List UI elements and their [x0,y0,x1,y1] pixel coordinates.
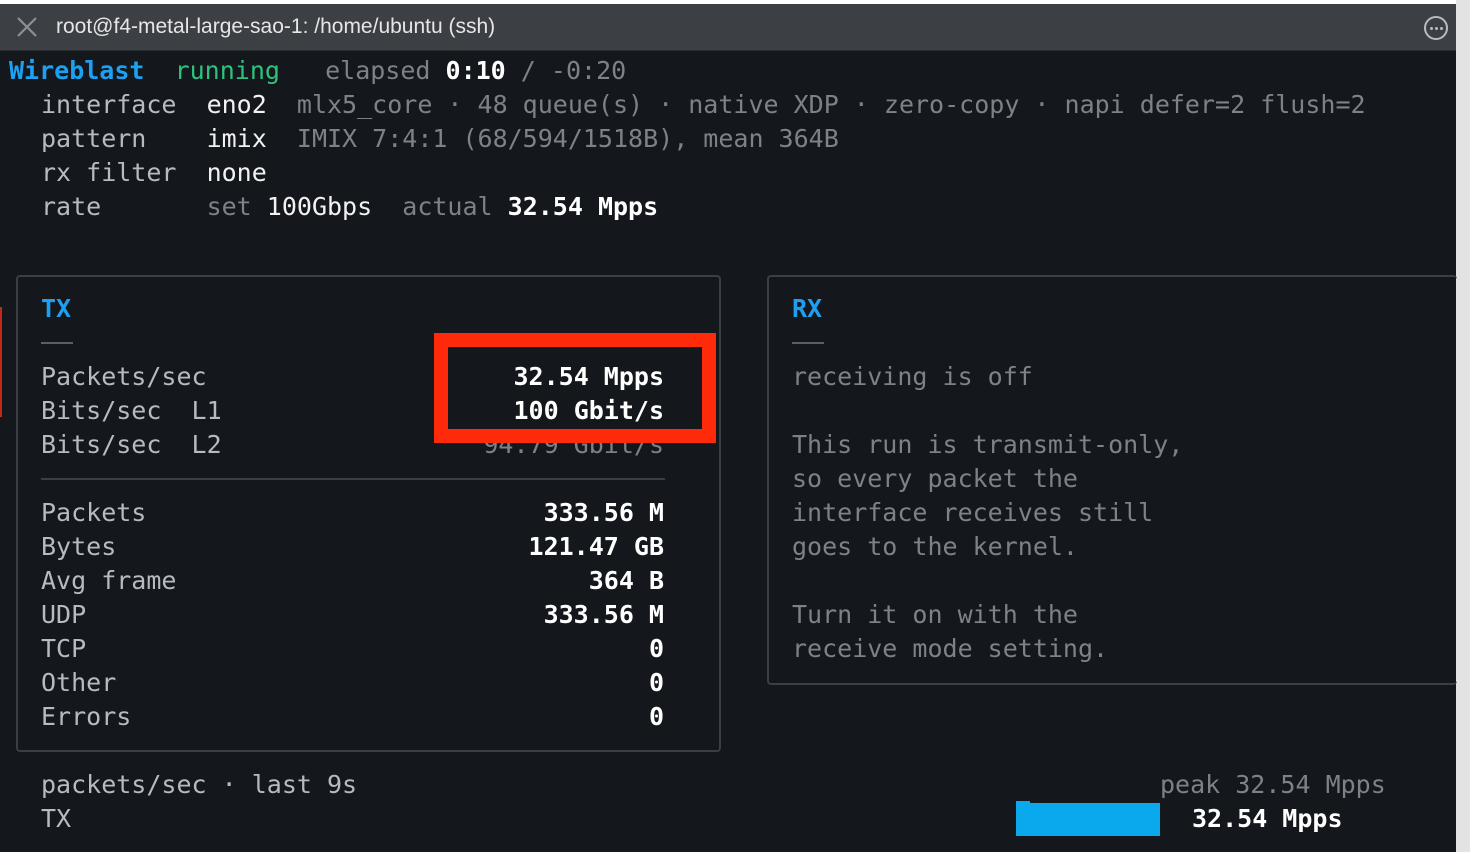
interface-label: interface [41,90,177,119]
tx-counter-3-label: UDP [41,600,87,629]
rate-label: rate [41,192,102,221]
edge-marker [0,307,2,417]
tx-counter-5-label: Other [41,668,117,697]
rate-actual-value: 32.54 Mpps [507,192,659,221]
interface-detail: mlx5_core · 48 queue(s) · native XDP · z… [296,90,1366,119]
rx-status-text: receiving is off [792,362,1033,391]
rx-filter-value: none [206,158,267,187]
rate-actual-label: actual [402,192,493,221]
rx-para-1-line-2: so every packet the [792,464,1078,493]
highlight-box [434,333,716,443]
window-titlebar: root@f4-metal-large-sao-1: /home/ubuntu … [0,4,1458,51]
graph-series-label: TX [41,804,72,833]
rate-set-value: 100Gbps [266,192,373,221]
rx-title: RX [792,294,823,323]
tx-rate-bar [1016,803,1160,836]
graph-current: 32.54 Mpps [1192,804,1343,833]
interface-value: eno2 [206,90,267,119]
tx-counter-5-value: 0 [648,668,664,697]
tx-counter-6-label: Errors [41,702,132,731]
rx-para-2-line-2: receive mode setting. [792,634,1109,663]
tx-counter-0-value: 333.56 M [543,498,664,527]
window-edge [1456,0,1470,852]
remaining-time: -0:20 [550,56,627,85]
rx-para-1-line-1: This run is transmit-only, [792,430,1184,459]
graph-caption: packets/sec · last 9s [41,770,358,799]
tx-counter-4-value: 0 [648,634,664,663]
rx-para-2-line-1: Turn it on with the [792,600,1078,629]
tx-divider [41,478,665,480]
rx-para-1-line-3: interface receives still [792,498,1154,527]
tx-counter-1-label: Bytes [41,532,117,561]
rx-para-1-line-4: goes to the kernel. [792,532,1078,561]
rx-filter-row: rx filter none [41,156,267,190]
tx-counter-4-label: TCP [41,634,87,663]
tx-counter-2-value: 364 B [588,566,664,595]
run-status: running [174,56,280,85]
tx-counter-2-label: Avg frame [41,566,177,595]
tx-counter-1-value: 121.47 GB [528,532,664,561]
rx-title-underline [792,342,824,344]
window-title: root@f4-metal-large-sao-1: /home/ubuntu … [56,15,496,38]
rate-row: rate set 100Gbps actual 32.54 Mpps [41,190,658,224]
tx-title: TX [41,294,72,323]
tx-rate-2-label: Bits/sec L2 [41,430,222,459]
time-separator: / [520,56,536,85]
tx-counter-6-value: 0 [648,702,664,731]
status-line: Wireblast running elapsed 0:10 / -0:20 [9,54,626,88]
elapsed-label: elapsed [325,56,431,85]
tx-title-underline [41,342,73,344]
interface-row: interface eno2 mlx5_core · 48 queue(s) ·… [41,88,1366,122]
pattern-label: pattern [41,124,147,153]
rx-filter-label: rx filter [41,158,177,187]
tx-rate-1-label: Bits/sec L1 [41,396,222,425]
tx-rate-0-label: Packets/sec [41,362,207,391]
tx-counter-0-label: Packets [41,498,147,527]
pattern-value: imix [206,124,267,153]
rate-set-label: set [206,192,252,221]
app-name: Wireblast [9,56,145,85]
elapsed-time: 0:10 [445,56,506,85]
graph-peak: peak 32.54 Mpps [1160,770,1386,799]
more-options-icon[interactable] [1424,16,1448,40]
close-icon[interactable] [14,14,40,40]
pattern-detail: IMIX 7:4:1 (68/594/1518B), mean 364B [296,124,839,153]
tx-counter-3-value: 333.56 M [543,600,664,629]
pattern-row: pattern imix IMIX 7:4:1 (68/594/1518B), … [41,122,839,156]
